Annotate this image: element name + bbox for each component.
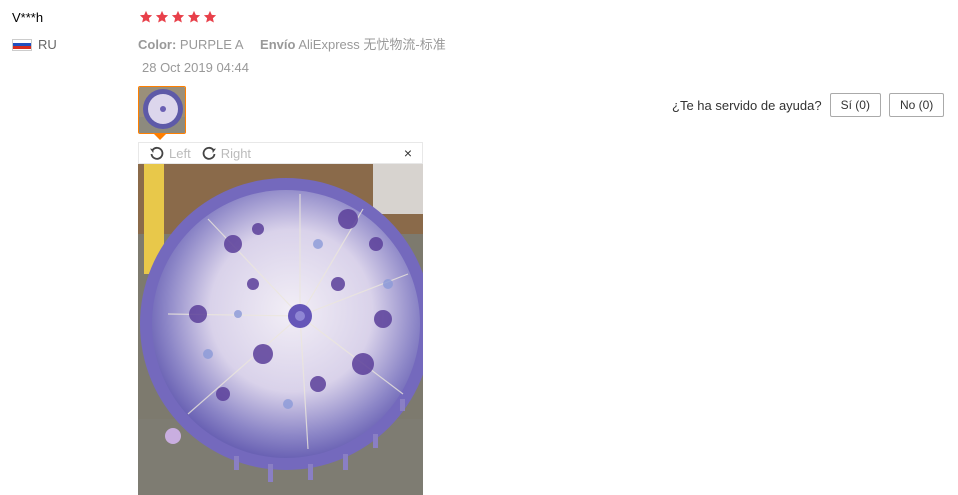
reviewer-country: RU	[12, 37, 57, 52]
star-icon	[171, 10, 185, 23]
rotate-left-icon	[150, 146, 164, 160]
shipping-value: AliExpress 无忧物流-标准	[298, 37, 446, 52]
close-icon[interactable]: ×	[404, 145, 412, 161]
umbrella-photo-image	[138, 164, 423, 495]
country-code: RU	[38, 37, 57, 52]
shipping-label: Envío	[260, 37, 296, 52]
umbrella-thumbnail-image	[139, 87, 185, 133]
photo-viewer-toolbar: Left Right ×	[138, 142, 423, 164]
review-photo-large	[138, 164, 423, 495]
color-label: Color:	[138, 37, 177, 52]
helpful-no-button[interactable]: No (0)	[888, 93, 945, 117]
reviewer-name: V***h	[12, 10, 44, 25]
rotate-right-icon	[202, 146, 216, 160]
helpful-question: ¿Te ha servido de ayuda?	[672, 97, 822, 113]
rotate-left-label: Left	[169, 145, 191, 161]
star-icon	[155, 10, 169, 23]
rotate-right-label: Right	[220, 145, 252, 161]
star-icon	[203, 10, 217, 23]
review-date: 28 Oct 2019 04:44	[142, 60, 249, 75]
helpful-vote: ¿Te ha servido de ayuda? Sí (0) No (0)	[672, 93, 945, 117]
rotate-left-button[interactable]: Left	[149, 145, 191, 161]
rotate-right-button[interactable]: Right	[201, 145, 251, 161]
star-rating	[139, 10, 217, 24]
russia-flag-icon	[12, 38, 32, 51]
helpful-yes-button[interactable]: Sí (0)	[829, 93, 881, 117]
star-icon	[139, 10, 153, 23]
order-attributes: Color: PURPLE A Envío AliExpress 无忧物流-标准	[138, 34, 446, 53]
review-photo-thumbnail[interactable]	[138, 86, 186, 134]
thumbnail-pointer	[154, 134, 166, 140]
star-icon	[187, 10, 201, 23]
color-value: PURPLE A	[179, 37, 243, 52]
